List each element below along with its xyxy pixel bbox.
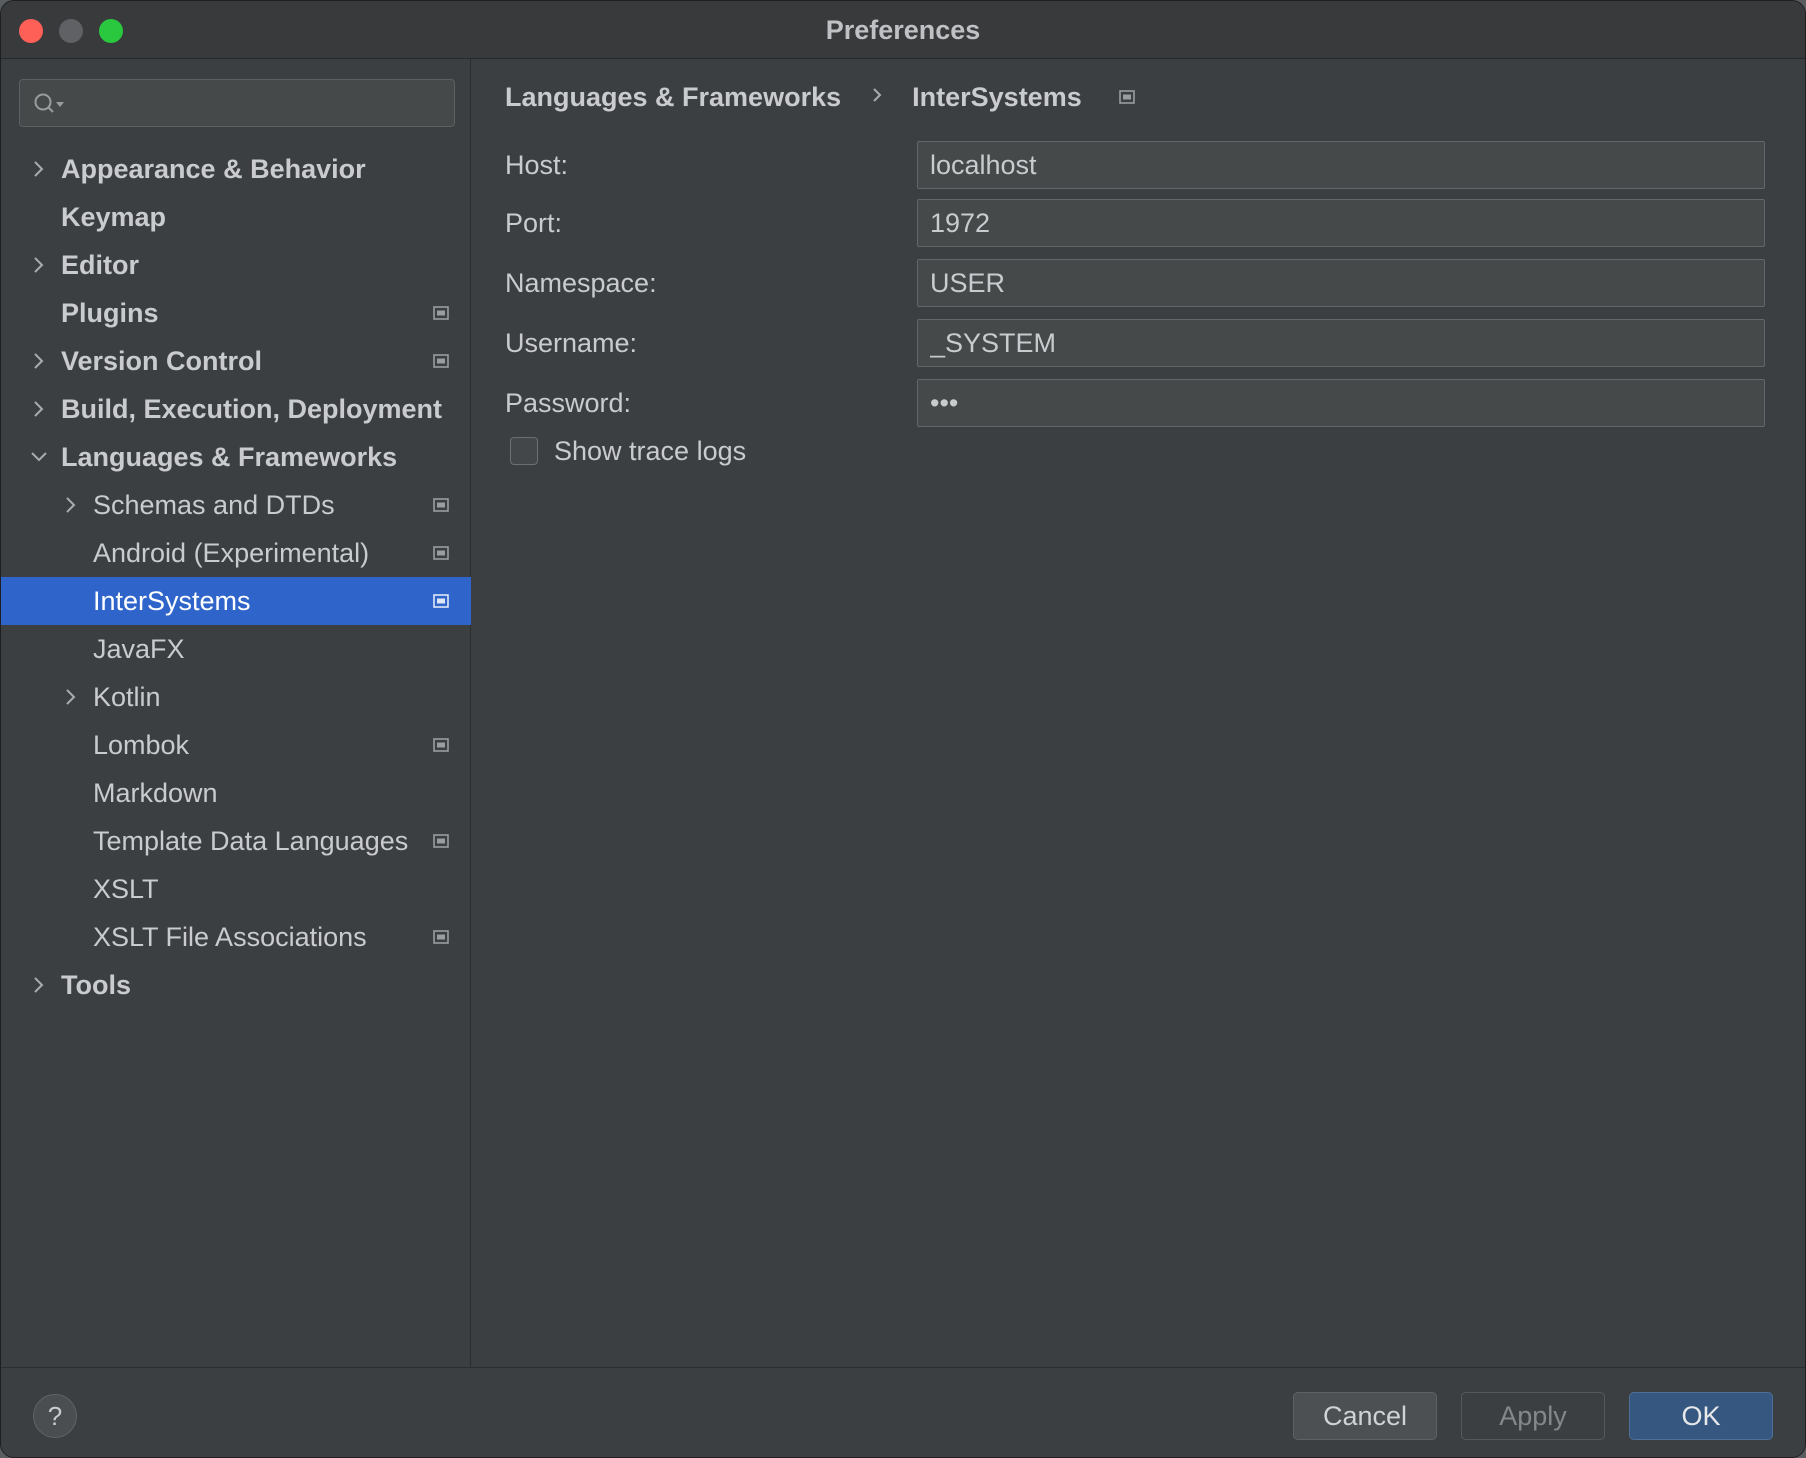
project-scope-icon <box>433 354 449 368</box>
sidebar-item-label: Plugins <box>61 298 159 328</box>
project-scope-icon <box>433 306 449 320</box>
breadcrumb-current: InterSystems <box>912 81 1082 112</box>
sidebar-item-label: Version Control <box>61 346 263 376</box>
help-button[interactable]: ? <box>33 1394 77 1438</box>
chevron-right-icon[interactable] <box>60 686 82 708</box>
password-input[interactable] <box>917 379 1765 427</box>
sidebar-item-version-control[interactable]: Version Control <box>1 337 471 385</box>
sidebar-item-label: Appearance & Behavior <box>61 154 366 184</box>
sidebar-item-xslt[interactable]: XSLT <box>1 865 471 913</box>
dialog-footer: ? Cancel Apply OK <box>1 1367 1805 1457</box>
window-title: Preferences <box>825 15 981 45</box>
sidebar-item-plugins[interactable]: Plugins <box>1 289 471 337</box>
sidebar-item-editor[interactable]: Editor <box>1 241 471 289</box>
sidebar-item-android-experimental[interactable]: Android (Experimental) <box>1 529 471 577</box>
sidebar-item-javafx[interactable]: JavaFX <box>1 625 471 673</box>
breadcrumb-parent[interactable]: Languages & Frameworks <box>505 77 841 117</box>
chevron-right-icon[interactable] <box>28 158 50 180</box>
sidebar-item-lombok[interactable]: Lombok <box>1 721 471 769</box>
chevron-down-icon[interactable] <box>28 446 50 468</box>
sidebar-item-label: XSLT <box>93 874 159 904</box>
password-label: Password: <box>505 388 632 418</box>
breadcrumb: Languages & Frameworks InterSystems <box>505 75 1136 117</box>
sidebar-item-label: Tools <box>61 970 131 1000</box>
sidebar-item-schemas-and-dtds[interactable]: Schemas and DTDs <box>1 481 471 529</box>
sidebar-item-label: Android (Experimental) <box>93 538 370 568</box>
sidebar-item-label: Template Data Languages <box>93 826 409 856</box>
sidebar-item-label: XSLT File Associations <box>93 922 367 952</box>
sidebar-item-label: Editor <box>61 250 139 280</box>
sidebar-item-intersystems[interactable]: InterSystems <box>1 577 471 625</box>
project-scope-icon <box>433 834 449 848</box>
chevron-right-icon <box>872 88 882 102</box>
sidebar-item-appearance-behavior[interactable]: Appearance & Behavior <box>1 145 471 193</box>
sidebar-item-label: InterSystems <box>93 586 251 616</box>
sidebar-item-build-execution-deployment[interactable]: Build, Execution, Deployment <box>1 385 471 433</box>
namespace-input[interactable] <box>917 259 1765 307</box>
project-scope-icon <box>433 738 449 752</box>
ok-button[interactable]: OK <box>1629 1392 1773 1440</box>
show-trace-logs-label: Show trace logs <box>554 436 747 466</box>
settings-search-input[interactable] <box>19 79 455 127</box>
sidebar-item-label: Kotlin <box>93 682 161 712</box>
chevron-right-icon[interactable] <box>28 350 50 372</box>
project-scope-icon <box>1119 90 1136 104</box>
settings-tree: Appearance & Behavior Keymap Editor Plugins… <box>1 145 471 1009</box>
sidebar-item-label: Markdown <box>93 778 218 808</box>
project-scope-icon <box>433 594 449 608</box>
settings-content: Languages & Frameworks InterSystems Host… <box>472 59 1805 1367</box>
host-label: Host: <box>505 150 569 180</box>
sidebar-item-languages-frameworks[interactable]: Languages & Frameworks <box>1 433 471 481</box>
sidebar-item-label: Schemas and DTDs <box>93 490 335 520</box>
namespace-label: Namespace: <box>505 268 657 298</box>
sidebar-item-label: Keymap <box>61 202 167 232</box>
sidebar-item-keymap[interactable]: Keymap <box>1 193 471 241</box>
apply-button[interactable]: Apply <box>1461 1392 1605 1440</box>
host-input[interactable] <box>917 141 1765 189</box>
port-label: Port: <box>505 208 563 238</box>
sidebar-item-markdown[interactable]: Markdown <box>1 769 471 817</box>
sidebar-item-label: Build, Execution, Deployment <box>61 394 443 424</box>
username-label: Username: <box>505 328 638 358</box>
project-scope-icon <box>433 498 449 512</box>
sidebar-item-label: JavaFX <box>93 634 185 664</box>
project-scope-icon <box>433 930 449 944</box>
chevron-right-icon[interactable] <box>60 494 82 516</box>
sidebar-item-tools[interactable]: Tools <box>1 961 471 1009</box>
chevron-right-icon[interactable] <box>28 254 50 276</box>
settings-sidebar: Appearance & Behavior Keymap Editor Plugins… <box>1 59 471 1367</box>
sidebar-item-label: Languages & Frameworks <box>61 442 398 472</box>
port-input[interactable] <box>917 199 1765 247</box>
preferences-window: Preferences Appearance & Behavior Keymap E… <box>0 0 1806 1458</box>
sidebar-item-kotlin[interactable]: Kotlin <box>1 673 471 721</box>
chevron-right-icon[interactable] <box>28 398 50 420</box>
username-input[interactable] <box>917 319 1765 367</box>
project-scope-icon <box>433 546 449 560</box>
sidebar-item-xslt-file-associations[interactable]: XSLT File Associations <box>1 913 471 961</box>
show-trace-logs-checkbox[interactable] <box>510 437 538 465</box>
search-icon <box>34 93 64 113</box>
cancel-button[interactable]: Cancel <box>1293 1392 1437 1440</box>
sidebar-item-template-data-languages[interactable]: Template Data Languages <box>1 817 471 865</box>
sidebar-item-label: Lombok <box>93 730 190 760</box>
chevron-right-icon[interactable] <box>28 974 50 996</box>
title-bar: Preferences <box>1 1 1805 59</box>
